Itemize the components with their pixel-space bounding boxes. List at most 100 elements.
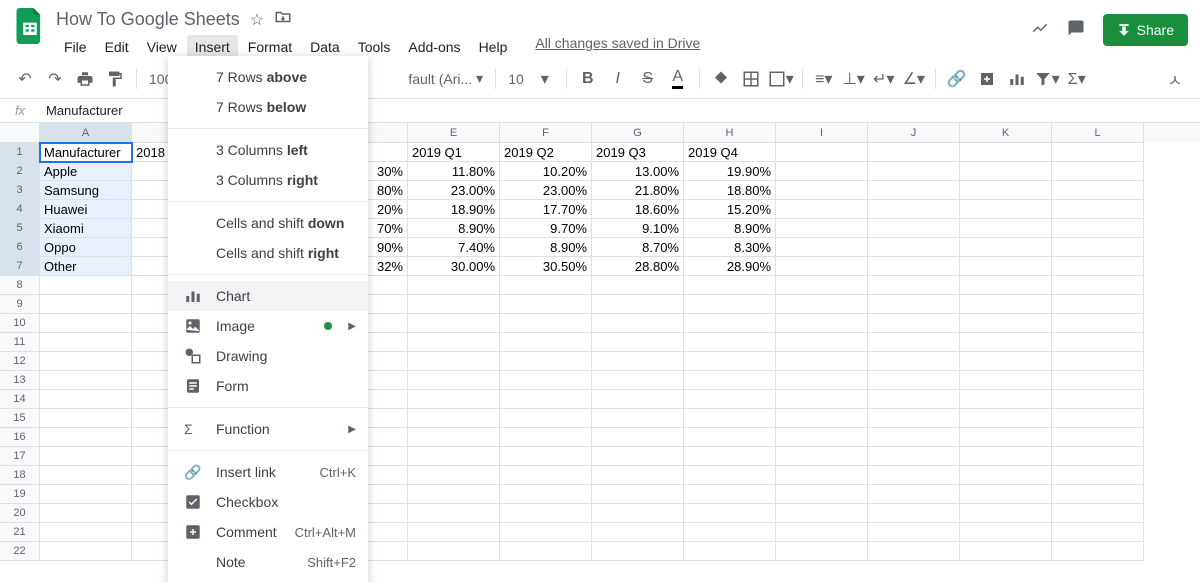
cell-K10[interactable]	[960, 314, 1052, 333]
cell-L18[interactable]	[1052, 466, 1144, 485]
cell-I11[interactable]	[776, 333, 868, 352]
cell-A7[interactable]: Other	[40, 257, 132, 276]
cell-J13[interactable]	[868, 371, 960, 390]
cell-L1[interactable]	[1052, 143, 1144, 162]
cell-J5[interactable]	[868, 219, 960, 238]
row-header-14[interactable]: 14	[0, 390, 40, 409]
menu-addons[interactable]: Add-ons	[400, 35, 468, 59]
borders-icon[interactable]	[738, 66, 764, 92]
cell-L20[interactable]	[1052, 504, 1144, 523]
row-header-2[interactable]: 2	[0, 162, 40, 181]
cell-F21[interactable]	[500, 523, 592, 542]
font-select[interactable]: fault (Ari... ▾	[404, 70, 487, 87]
cell-E9[interactable]	[408, 295, 500, 314]
cell-I3[interactable]	[776, 181, 868, 200]
cell-K21[interactable]	[960, 523, 1052, 542]
cell-L4[interactable]	[1052, 200, 1144, 219]
cell-E15[interactable]	[408, 409, 500, 428]
cell-F4[interactable]: 17.70%	[500, 200, 592, 219]
cell-A12[interactable]	[40, 352, 132, 371]
row-header-19[interactable]: 19	[0, 485, 40, 504]
insert-drawing[interactable]: Drawing	[168, 341, 368, 371]
cell-K2[interactable]	[960, 162, 1052, 181]
cell-F9[interactable]	[500, 295, 592, 314]
cell-L15[interactable]	[1052, 409, 1144, 428]
cell-F16[interactable]	[500, 428, 592, 447]
cell-J4[interactable]	[868, 200, 960, 219]
text-rotation-icon[interactable]: ∠▾	[901, 66, 927, 92]
cell-J19[interactable]	[868, 485, 960, 504]
cell-F15[interactable]	[500, 409, 592, 428]
row-header-18[interactable]: 18	[0, 466, 40, 485]
cell-K4[interactable]	[960, 200, 1052, 219]
cell-J21[interactable]	[868, 523, 960, 542]
cell-A1[interactable]: Manufacturer	[40, 143, 132, 162]
cell-J15[interactable]	[868, 409, 960, 428]
bold-icon[interactable]: B	[575, 66, 601, 92]
col-header-G[interactable]: G	[592, 123, 684, 143]
col-header-I[interactable]: I	[776, 123, 868, 143]
cell-H20[interactable]	[684, 504, 776, 523]
cell-F3[interactable]: 23.00%	[500, 181, 592, 200]
col-header-H[interactable]: H	[684, 123, 776, 143]
cell-H19[interactable]	[684, 485, 776, 504]
cell-A15[interactable]	[40, 409, 132, 428]
cell-F7[interactable]: 30.50%	[500, 257, 592, 276]
cell-I8[interactable]	[776, 276, 868, 295]
cell-H22[interactable]	[684, 542, 776, 561]
row-header-15[interactable]: 15	[0, 409, 40, 428]
row-header-12[interactable]: 12	[0, 352, 40, 371]
cell-I4[interactable]	[776, 200, 868, 219]
cell-L11[interactable]	[1052, 333, 1144, 352]
cell-G15[interactable]	[592, 409, 684, 428]
font-size-dropdown-icon[interactable]: ▾	[532, 66, 558, 92]
saved-status[interactable]: All changes saved in Drive	[535, 35, 700, 59]
row-header-20[interactable]: 20	[0, 504, 40, 523]
collapse-toolbar-icon[interactable]: ㅅ	[1162, 66, 1188, 92]
row-header-7[interactable]: 7	[0, 257, 40, 276]
cell-F8[interactable]	[500, 276, 592, 295]
cell-K6[interactable]	[960, 238, 1052, 257]
col-header-L[interactable]: L	[1052, 123, 1144, 143]
cell-I12[interactable]	[776, 352, 868, 371]
cell-E22[interactable]	[408, 542, 500, 561]
insert-rows-below[interactable]: 7 Rows below	[168, 92, 368, 122]
cell-E5[interactable]: 8.90%	[408, 219, 500, 238]
cell-F12[interactable]	[500, 352, 592, 371]
cell-H14[interactable]	[684, 390, 776, 409]
cell-L10[interactable]	[1052, 314, 1144, 333]
functions-icon[interactable]: Σ▾	[1064, 66, 1090, 92]
cell-K8[interactable]	[960, 276, 1052, 295]
cell-J9[interactable]	[868, 295, 960, 314]
cell-G22[interactable]	[592, 542, 684, 561]
cell-G2[interactable]: 13.00%	[592, 162, 684, 181]
cell-G12[interactable]	[592, 352, 684, 371]
cell-E8[interactable]	[408, 276, 500, 295]
cell-A11[interactable]	[40, 333, 132, 352]
cell-E18[interactable]	[408, 466, 500, 485]
cell-J7[interactable]	[868, 257, 960, 276]
cell-E21[interactable]	[408, 523, 500, 542]
cell-L17[interactable]	[1052, 447, 1144, 466]
cell-H11[interactable]	[684, 333, 776, 352]
cell-A21[interactable]	[40, 523, 132, 542]
cell-K22[interactable]	[960, 542, 1052, 561]
insert-chart-icon[interactable]	[1004, 66, 1030, 92]
cell-F19[interactable]	[500, 485, 592, 504]
text-wrap-icon[interactable]: ↵▾	[871, 66, 897, 92]
cell-E20[interactable]	[408, 504, 500, 523]
strikethrough-icon[interactable]: S	[635, 66, 661, 92]
cell-K1[interactable]	[960, 143, 1052, 162]
col-header-F[interactable]: F	[500, 123, 592, 143]
row-header-1[interactable]: 1	[0, 143, 40, 162]
cell-H8[interactable]	[684, 276, 776, 295]
cell-I7[interactable]	[776, 257, 868, 276]
cell-G16[interactable]	[592, 428, 684, 447]
cell-A8[interactable]	[40, 276, 132, 295]
cell-K15[interactable]	[960, 409, 1052, 428]
row-header-4[interactable]: 4	[0, 200, 40, 219]
cell-H6[interactable]: 8.30%	[684, 238, 776, 257]
insert-note[interactable]: Note Shift+F2	[168, 547, 368, 577]
insert-checkbox[interactable]: Checkbox	[168, 487, 368, 517]
cell-L21[interactable]	[1052, 523, 1144, 542]
